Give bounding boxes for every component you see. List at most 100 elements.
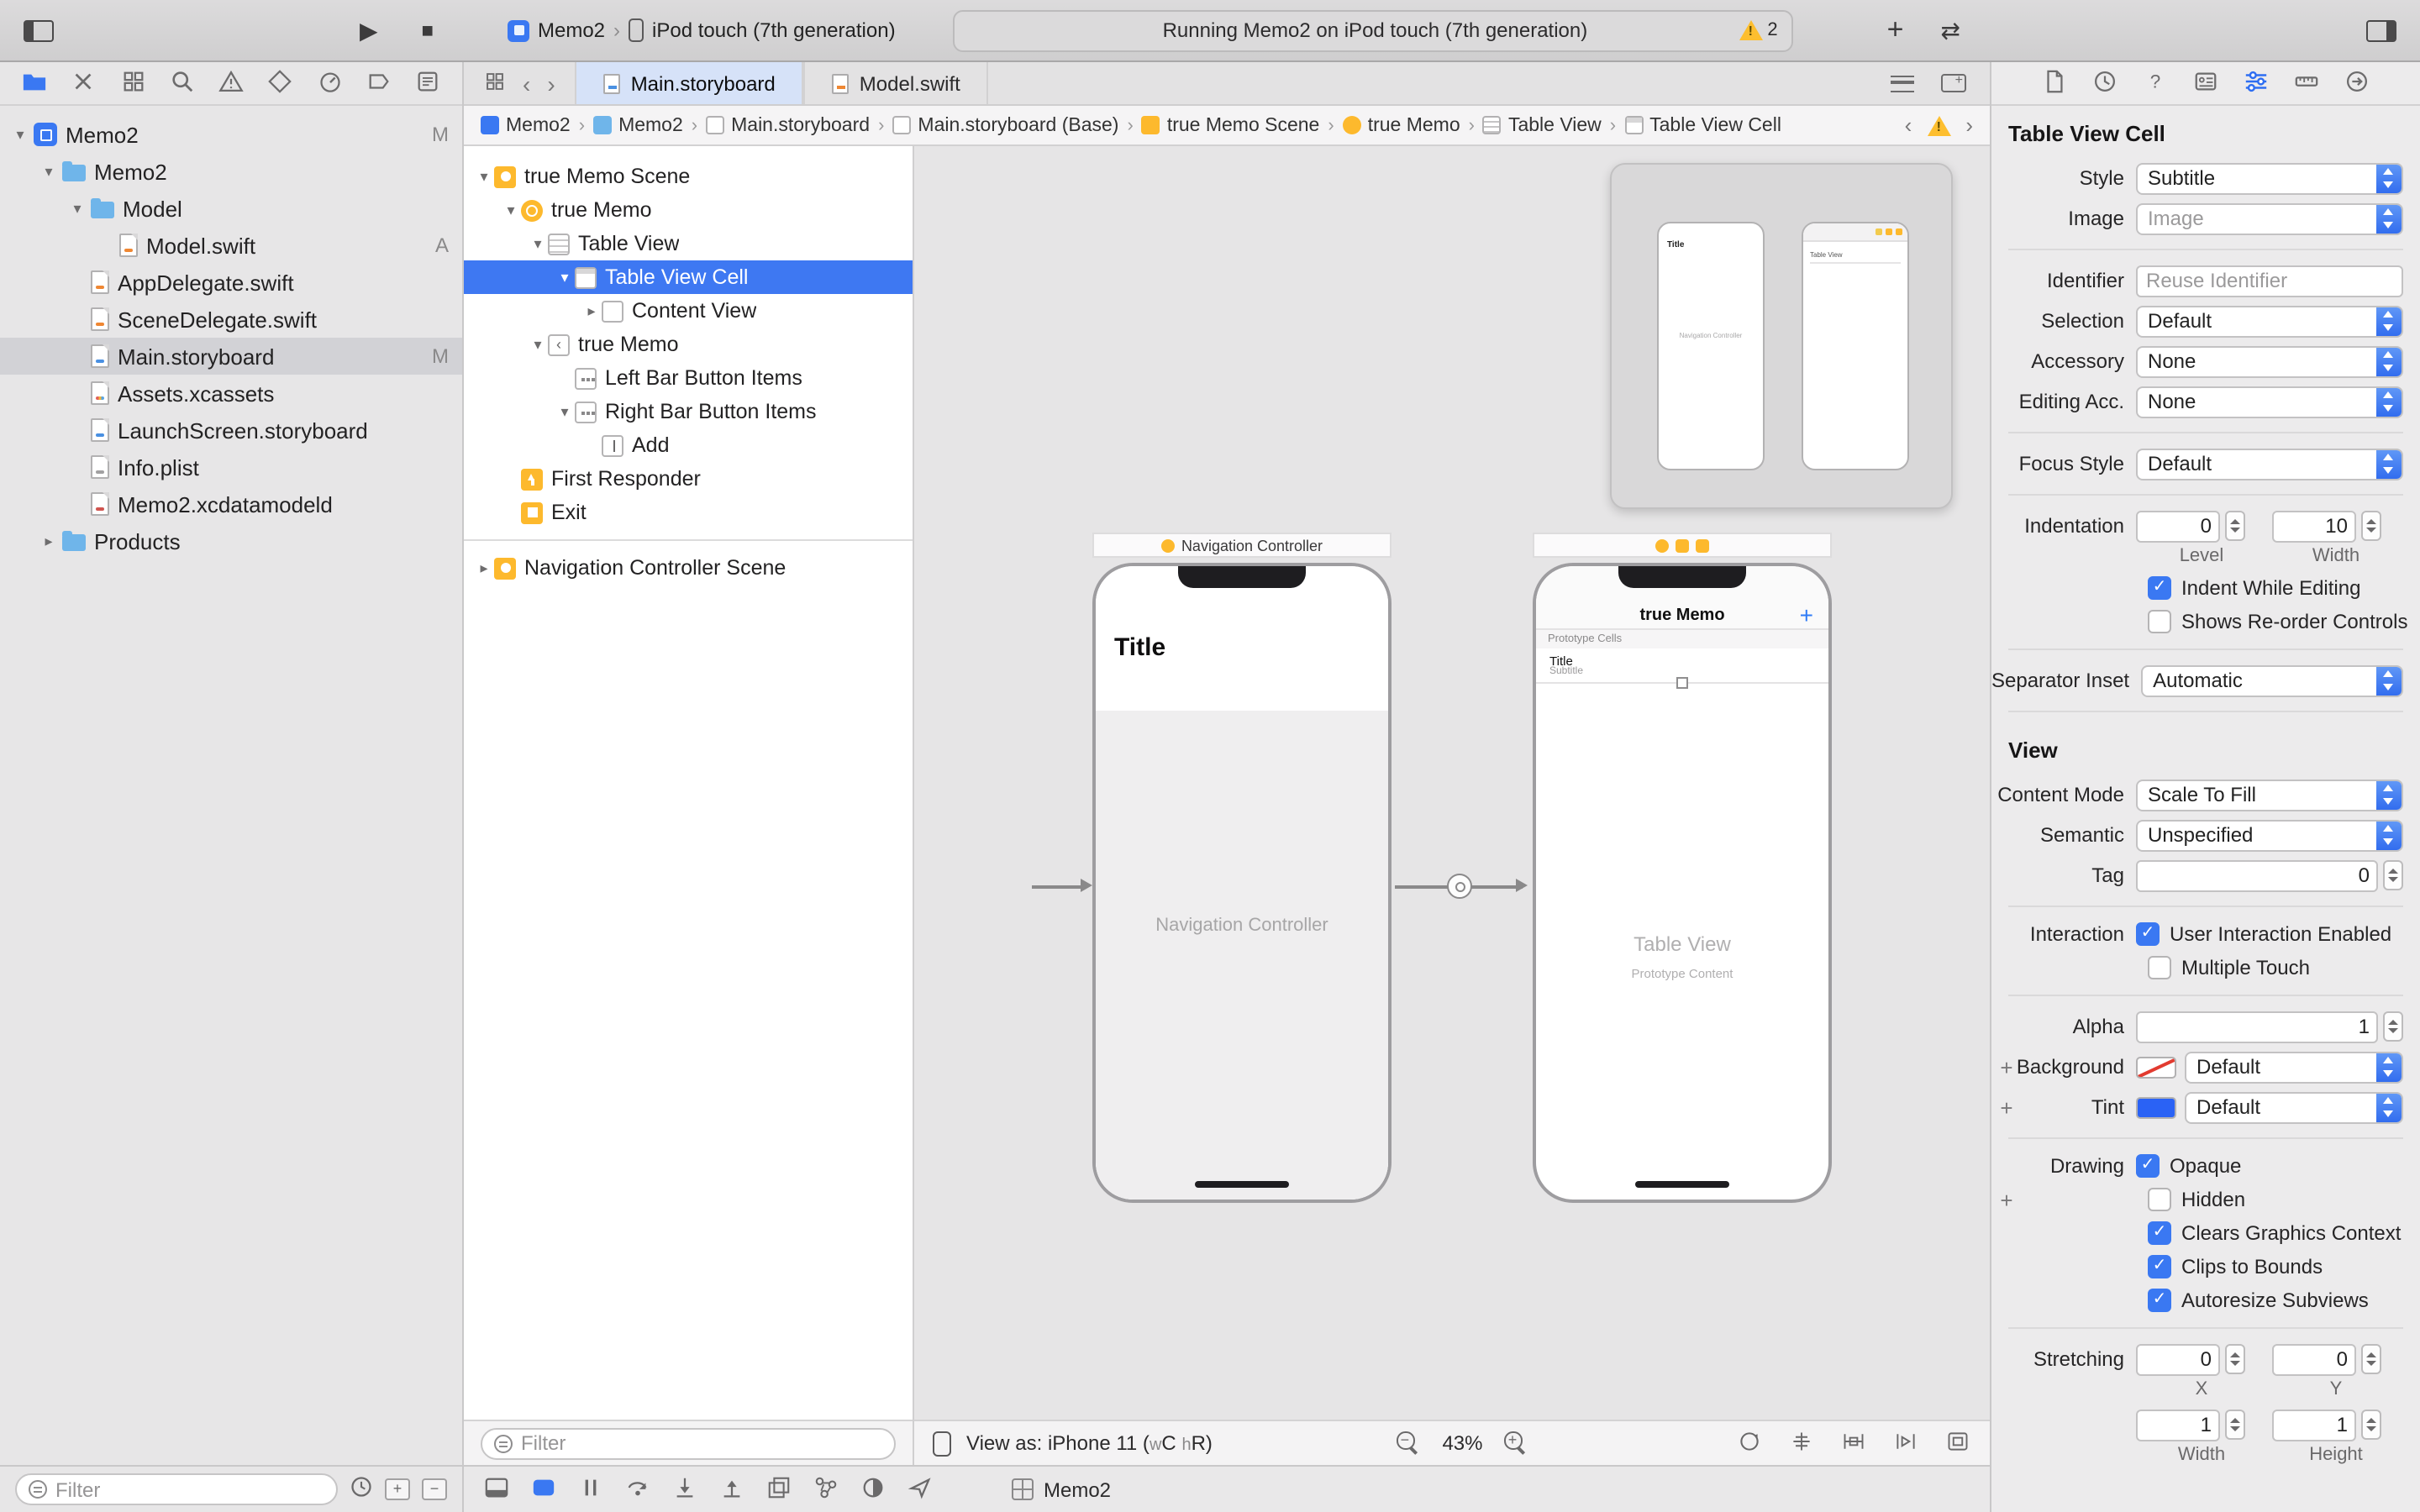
disclosure-triangle[interactable]: ▾ [67,199,87,218]
disclosure-triangle[interactable]: ▸ [474,559,494,577]
breadcrumb-table-view-cell[interactable]: Table View Cell [1624,115,1781,135]
forward-button[interactable]: › [547,70,555,97]
opaque-checkbox[interactable]: ✓ [2136,1154,2160,1178]
breadcrumb-project[interactable]: Memo2 [481,115,571,135]
back-button[interactable]: ‹ [523,70,530,97]
editor-options-icon[interactable] [1891,75,1914,92]
file-row-scenedelegate[interactable]: SceneDelegate.swift [0,301,462,338]
embed-icon[interactable] [1944,1429,1971,1457]
identity-inspector-icon[interactable] [2193,68,2218,98]
shows-reorder-checkbox[interactable] [2148,610,2171,633]
indentation-width-field[interactable]: 10 [2272,510,2356,542]
file-row-products[interactable]: ▸ Products [0,522,462,559]
outline-row-left-bar-items[interactable]: Left Bar Button Items [464,361,913,395]
quick-help-inspector-icon[interactable]: ? [2143,68,2168,98]
debug-navigator-icon[interactable] [317,68,342,98]
indentation-width-stepper[interactable] [2361,511,2381,541]
navigator-filter-field[interactable] [15,1473,338,1505]
breadcrumb-view-controller[interactable]: true Memo [1343,115,1460,135]
resolve-auto-layout-icon[interactable] [1892,1429,1919,1457]
size-inspector-icon[interactable] [2294,68,2319,98]
file-inspector-icon[interactable] [2042,68,2067,98]
recent-filter-button[interactable]: − [422,1478,447,1500]
outline-row-content-view[interactable]: ▸ Content View [464,294,913,328]
scheme-project-label[interactable]: Memo2 [538,18,605,42]
test-navigator-icon[interactable] [268,68,293,98]
outline-row-table-view-cell[interactable]: ▾ Table View Cell [464,260,913,294]
device-bezel-icon[interactable] [933,1431,951,1456]
simulate-location-icon[interactable] [908,1474,933,1504]
stretching-height-field[interactable]: 1 [2272,1409,2356,1441]
stretching-x-stepper[interactable] [2225,1344,2245,1374]
outline-row-scene[interactable]: ▾ true Memo Scene [464,160,913,193]
outline-row-view-controller[interactable]: ▾ true Memo [464,193,913,227]
breadcrumb-table-view[interactable]: Table View [1483,115,1602,135]
tag-stepper[interactable] [2383,860,2403,890]
debug-process-selector[interactable]: Memo2 [1012,1478,1111,1501]
nav-bar-title-label[interactable]: Title [1114,633,1165,662]
file-row-memo2-project[interactable]: ▾ Memo2 M [0,116,462,153]
attributes-inspector-icon[interactable] [2244,68,2269,98]
view-debugger-icon[interactable] [766,1474,792,1504]
tint-popup[interactable]: Default [2185,1091,2403,1123]
run-button[interactable]: ▶ [360,18,378,42]
stretching-y-field[interactable]: 0 [2272,1343,2356,1375]
disclosure-triangle[interactable]: ▾ [555,402,575,421]
disclosure-triangle[interactable]: ▸ [39,532,59,550]
breakpoint-navigator-icon[interactable] [366,68,392,98]
image-combo[interactable]: Image [2136,202,2403,234]
indentation-level-field[interactable]: 0 [2136,510,2220,542]
autoresize-subviews-checkbox[interactable]: ✓ [2148,1289,2171,1312]
activity-icon[interactable] [531,1474,556,1504]
outline-row-exit[interactable]: Exit [464,496,913,529]
separator-inset-popup[interactable]: Automatic [2141,664,2403,696]
disclosure-triangle[interactable]: ▾ [39,162,59,181]
relationship-segue-icon[interactable] [1447,874,1472,899]
breadcrumb-localization[interactable]: Main.storyboard (Base) [892,115,1118,135]
zoom-level[interactable]: 43% [1442,1431,1482,1455]
add-bar-button[interactable]: + [1800,601,1813,628]
initial-vc-arrow-line[interactable] [1032,885,1081,888]
user-interaction-checkbox[interactable]: ✓ [2136,922,2160,946]
disclosure-triangle[interactable]: ▾ [10,125,30,144]
file-row-infoplist[interactable]: Info.plist [0,449,462,486]
environment-overrides-icon[interactable] [860,1474,886,1504]
outline-filter-input[interactable] [521,1431,882,1455]
step-into-icon[interactable] [672,1474,697,1504]
update-frames-icon[interactable] [1736,1429,1763,1457]
align-icon[interactable] [1788,1429,1815,1457]
first-responder-dock-icon[interactable] [1676,538,1689,552]
disclosure-triangle[interactable]: ▾ [501,201,521,219]
disclosure-triangle[interactable]: ▾ [474,167,494,186]
zoom-in-button[interactable]: + [1505,1431,1528,1455]
previous-issue-button[interactable]: ‹ [1905,113,1912,138]
table-view-controller-scene[interactable]: true Memo + Prototype Cells Title Subtit… [1533,563,1832,1203]
selection-popup[interactable]: Default [2136,305,2403,337]
nav-controller-scene-header[interactable]: Navigation Controller [1092,533,1392,558]
selection-handle[interactable] [1676,677,1688,689]
report-navigator-icon[interactable] [415,68,440,98]
stretching-width-stepper[interactable] [2225,1410,2245,1440]
stretching-height-stepper[interactable] [2361,1410,2381,1440]
outline-row-first-responder[interactable]: First Responder [464,462,913,496]
pause-icon[interactable] [578,1474,603,1504]
file-row-appdelegate[interactable]: AppDelegate.swift [0,264,462,301]
issue-navigator-icon[interactable] [218,68,244,98]
tag-field[interactable]: 0 [2136,859,2378,891]
debug-area-toggle-icon[interactable] [484,1474,509,1504]
symbol-navigator-icon[interactable] [120,68,145,98]
clears-graphics-checkbox[interactable]: ✓ [2148,1221,2171,1245]
issue-warning-icon[interactable]: ! [1927,115,1950,135]
zoom-out-button[interactable]: − [1397,1431,1420,1455]
step-over-icon[interactable] [625,1474,650,1504]
outline-row-add-button[interactable]: Add [464,428,913,462]
source-control-navigator-icon[interactable] [71,68,97,98]
alpha-stepper[interactable] [2383,1011,2403,1042]
navigation-controller-scene[interactable]: Title Navigation Controller [1092,563,1392,1203]
focus-style-popup[interactable]: Default [2136,448,2403,480]
background-popup[interactable]: Default [2185,1051,2403,1083]
memory-graph-icon[interactable] [813,1474,839,1504]
storyboard-canvas[interactable]: Title Navigation Controller Table View [914,146,1990,1420]
outline-row-nav-controller-scene[interactable]: ▸ Navigation Controller Scene [464,551,913,585]
semantic-popup[interactable]: Unspecified [2136,819,2403,851]
